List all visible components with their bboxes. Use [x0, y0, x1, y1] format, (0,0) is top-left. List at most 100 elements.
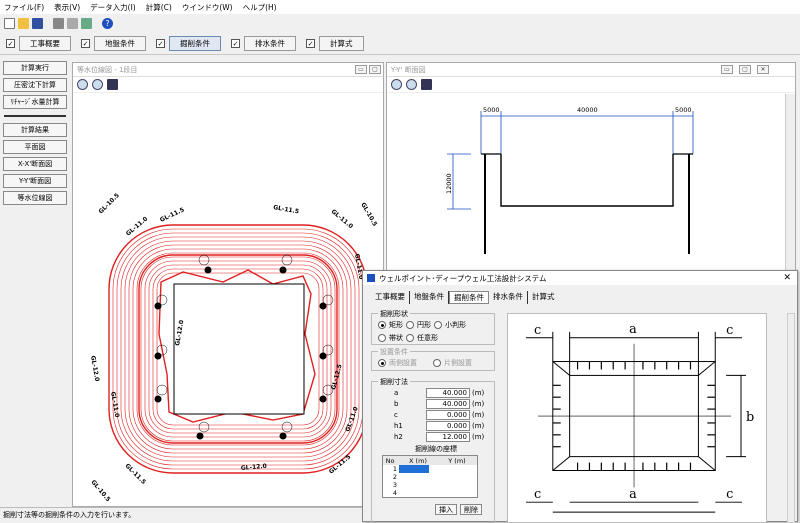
dim-middle: 40000: [577, 106, 598, 114]
diagram-scrollbar[interactable]: [787, 313, 795, 523]
diagram-label-b: b: [746, 410, 754, 425]
recharge-calc-button[interactable]: ﾘﾁｬｰｼﾞ水量計算: [3, 95, 67, 109]
radio-both-sides[interactable]: [378, 359, 386, 367]
coord-cell-selected[interactable]: [399, 465, 429, 473]
print-icon[interactable]: [53, 17, 64, 29]
tab-check-3[interactable]: ✓: [156, 39, 165, 48]
coord-group-label: 掘削線の座標: [415, 445, 457, 453]
radio-freeform[interactable]: [406, 334, 414, 342]
param-b-input[interactable]: 40.000: [426, 399, 470, 409]
dim-right: 5000: [675, 106, 692, 114]
excavation-diagram: c a c b c a c: [507, 313, 767, 523]
tab-excavation-conditions[interactable]: 掘削条件: [169, 36, 221, 51]
dialog-tab-drainage[interactable]: 排水条件: [489, 291, 528, 304]
radio-one-side-label: 片側設置: [444, 359, 472, 367]
coord-section: 掘削線の座標 No X (m) Y (m) 1 2 3 4 挿入 削除: [382, 444, 490, 515]
install-group-label: 設置条件: [378, 347, 410, 357]
radio-circle[interactable]: [406, 321, 414, 329]
menu-window[interactable]: ウインドウ(W): [182, 2, 233, 13]
tab-check-1[interactable]: ✓: [6, 39, 15, 48]
tab-drainage-conditions[interactable]: 排水条件: [244, 36, 296, 51]
menu-file[interactable]: ファイル(F): [4, 2, 44, 13]
tab-project-overview[interactable]: 工事概要: [19, 36, 71, 51]
radio-strip[interactable]: [378, 334, 386, 342]
param-a-input[interactable]: 40.000: [426, 388, 470, 398]
diagram-label-a: a: [629, 487, 637, 502]
diagram-label-c: c: [534, 487, 541, 502]
dims-group-label: 掘削寸法: [378, 377, 410, 387]
dims-group: 掘削寸法 a 40.000 (m) b 40.000 (m) c 0.000 (m) h1 0…: [371, 377, 495, 523]
radio-oval[interactable]: [434, 321, 442, 329]
plan-view-button[interactable]: 平面図: [3, 140, 67, 154]
zoom-in-icon[interactable]: [77, 79, 88, 90]
param-b-unit: (m): [472, 400, 485, 408]
diagram-label-c: c: [726, 487, 733, 502]
zoom-out-icon[interactable]: [92, 79, 103, 90]
yy-section-button[interactable]: Y-Y'断面図: [3, 174, 67, 188]
zoom-in-icon[interactable]: [391, 79, 402, 90]
menu-data-input[interactable]: データ入力(I): [90, 2, 136, 13]
diagram-label-c: c: [534, 323, 541, 338]
dialog-tab-formula[interactable]: 計算式: [528, 291, 559, 304]
fit-view-icon[interactable]: [107, 79, 118, 90]
dialog-title: ウェルポイント･ディープウェル工法設計システム: [379, 273, 547, 283]
new-file-icon[interactable]: [4, 17, 15, 29]
coord-row-no: 4: [392, 489, 397, 497]
section-toolbar: [387, 77, 795, 93]
param-h1-input[interactable]: 0.000: [426, 421, 470, 431]
svg-text:GL-11.5: GL-11.5: [273, 204, 300, 215]
param-a-label: a: [394, 389, 399, 397]
minimize-button[interactable]: ▭: [721, 65, 733, 74]
param-h1-unit: (m): [472, 422, 485, 430]
dialog-tab-ground[interactable]: 地盤条件: [410, 291, 449, 304]
dialog-tab-overview[interactable]: 工事概要: [371, 291, 410, 304]
menu-calc[interactable]: 計算(C): [146, 2, 172, 13]
param-h1-label: h1: [394, 422, 403, 430]
coord-row-no: 3: [392, 481, 397, 489]
radio-both-sides-label: 両側設置: [389, 359, 417, 367]
coord-row-no: 2: [392, 473, 397, 481]
design-dialog: ウェルポイント･ディープウェル工法設計システム ✕ 工事概要 地盤条件 掘削条件…: [362, 270, 798, 523]
coord-header-y: Y (m): [448, 456, 466, 465]
open-folder-icon[interactable]: [18, 17, 29, 29]
svg-text:GL-11.0: GL-11.0: [109, 391, 120, 418]
status-bar: 掘削寸法等の掘削条件の入力を行います。: [0, 507, 362, 522]
tab-ground-conditions[interactable]: 地盤条件: [94, 36, 146, 51]
radio-one-side[interactable]: [433, 359, 441, 367]
xx-section-button[interactable]: X-X'断面図: [3, 157, 67, 171]
run-calc-button[interactable]: 計算実行: [3, 61, 67, 75]
tab-check-5[interactable]: ✓: [306, 39, 315, 48]
menu-view[interactable]: 表示(V): [54, 2, 80, 13]
contour-map-button[interactable]: 等水位線図: [3, 191, 67, 205]
menu-help[interactable]: ヘルプ(H): [243, 2, 277, 13]
svg-text:GL-11.5: GL-11.5: [328, 453, 352, 475]
param-h2-input[interactable]: 12.000: [426, 432, 470, 442]
dim-left: 5000: [483, 106, 500, 114]
close-button[interactable]: ✕: [757, 65, 769, 74]
print-preview-icon[interactable]: [67, 17, 78, 29]
restore-button[interactable]: ▢: [739, 65, 751, 74]
insert-button[interactable]: 挿入: [435, 504, 457, 515]
fit-view-icon[interactable]: [421, 79, 432, 90]
minimize-button[interactable]: ▭: [355, 65, 367, 74]
tab-check-2[interactable]: ✓: [81, 39, 90, 48]
tab-check-4[interactable]: ✓: [231, 39, 240, 48]
coord-header-x: X (m): [409, 456, 427, 465]
param-c-input[interactable]: 0.000: [426, 410, 470, 420]
svg-text:GL-10.5: GL-10.5: [359, 202, 378, 228]
install-group: 設置条件 両側設置 片側設置: [371, 347, 495, 371]
save-icon[interactable]: [32, 17, 43, 29]
delete-button[interactable]: 削除: [460, 504, 482, 515]
printer-setup-icon[interactable]: [81, 17, 92, 29]
consolidation-calc-button[interactable]: 圧密沈下計算: [3, 78, 67, 92]
help-icon[interactable]: ?: [102, 17, 113, 29]
maximize-button[interactable]: ▢: [369, 65, 381, 74]
dialog-title-bar: ウェルポイント･ディープウェル工法設計システム ✕: [363, 271, 797, 285]
close-icon[interactable]: ✕: [783, 273, 791, 283]
calc-results-button[interactable]: 計算結果: [3, 123, 67, 137]
svg-text:GL-12.0: GL-12.0: [241, 463, 268, 472]
tab-formula[interactable]: 計算式: [319, 36, 364, 51]
dialog-tab-excavation[interactable]: 掘削条件: [449, 291, 489, 304]
zoom-out-icon[interactable]: [406, 79, 417, 90]
radio-rect[interactable]: [378, 321, 386, 329]
